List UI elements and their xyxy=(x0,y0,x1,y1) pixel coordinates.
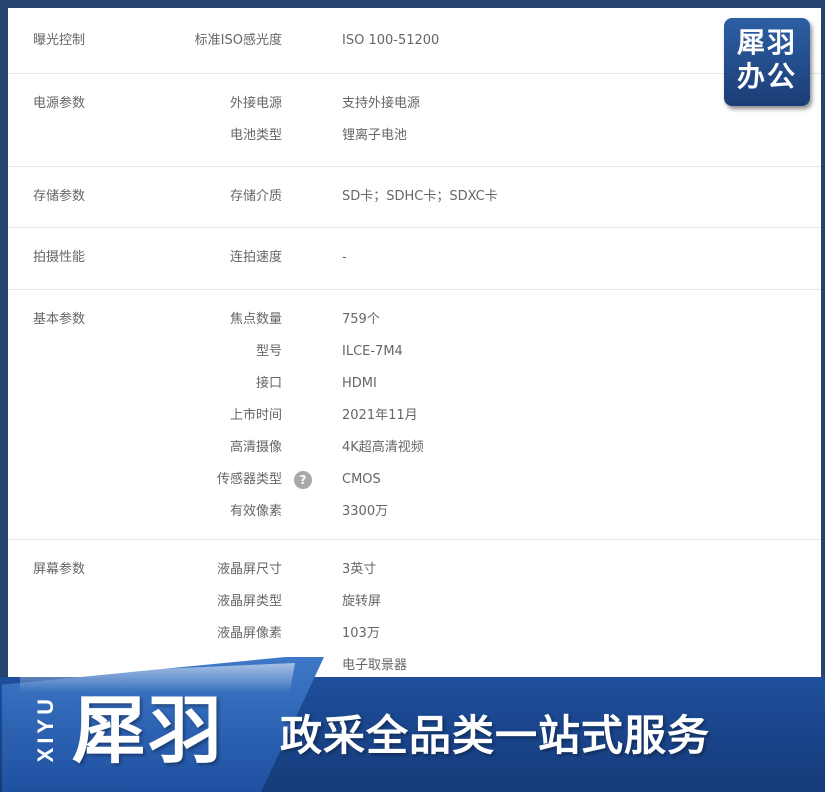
spec-key: 标准ISO感光度 xyxy=(194,33,282,48)
spec-key: 型号 xyxy=(255,344,282,359)
spec-value: 支持外接电源 xyxy=(342,96,421,111)
spec-value: CMOS xyxy=(342,472,381,487)
spec-value: SD卡；SDHC卡；SDXC卡 xyxy=(342,189,498,204)
logo-line-1: 犀羽 xyxy=(736,26,797,59)
banner-vertical-text: XIYU xyxy=(33,695,58,763)
spec-row: 电池类型 锂离子电池 xyxy=(8,120,821,152)
spec-row: 上市时间 2021年11月 xyxy=(8,400,821,432)
spec-row: 型号 ILCE-7M4 xyxy=(8,336,821,368)
spec-key: 液晶屏尺寸 xyxy=(216,562,282,577)
section-category: 曝光控制 xyxy=(33,33,86,48)
spec-row: 传感器类型 ? CMOS xyxy=(8,464,821,496)
spec-row: 有效像素 3300万 xyxy=(8,496,821,528)
spec-key: 高清摄像 xyxy=(229,440,282,455)
spec-value: 759个 xyxy=(342,312,380,327)
spec-value: 3英寸 xyxy=(342,562,377,577)
section-category: 存储参数 xyxy=(33,189,86,204)
spec-key: 接口 xyxy=(255,376,282,391)
logo-line-2: 办公 xyxy=(736,60,797,93)
banner-slogan: 政采全品类一站式服务 xyxy=(280,711,711,760)
spec-key: 外接电源 xyxy=(229,96,282,111)
spec-value: - xyxy=(342,250,347,265)
section-category: 基本参数 xyxy=(33,312,86,327)
spec-value: 旋转屏 xyxy=(342,594,382,609)
spec-section-basic: 基本参数 焦点数量 759个 型号 ILCE-7M4 接口 HDMI 上市时间 … xyxy=(8,290,821,540)
section-category: 电源参数 xyxy=(33,96,86,111)
bottom-strip xyxy=(0,792,825,799)
spec-row: 曝光控制 标准ISO感光度 ISO 100-51200 xyxy=(8,25,821,57)
spec-key: 上市时间 xyxy=(229,408,282,423)
spec-key: 有效像素 xyxy=(229,504,282,519)
spec-value: ILCE-7M4 xyxy=(342,344,403,359)
spec-row: 接口 HDMI xyxy=(8,368,821,400)
spec-value: 锂离子电池 xyxy=(342,128,408,143)
spec-key: 液晶屏类型 xyxy=(216,594,282,609)
spec-row: 高清摄像 4K超高清视频 xyxy=(8,432,821,464)
banner-brand-name: 犀羽 xyxy=(72,688,224,774)
spec-section-shooting: 拍摄性能 连拍速度 - xyxy=(8,228,821,290)
spec-value: 2021年11月 xyxy=(342,408,418,423)
spec-value: 3300万 xyxy=(342,504,389,519)
spec-key: 存储介质 xyxy=(229,189,282,204)
spec-section-exposure: 曝光控制 标准ISO感光度 ISO 100-51200 xyxy=(8,8,821,74)
spec-key: 电池类型 xyxy=(229,128,282,143)
brand-logo-badge: 犀羽 办公 xyxy=(724,18,810,106)
spec-key: 连拍速度 xyxy=(229,250,282,265)
spec-section-power: 电源参数 外接电源 支持外接电源 电池类型 锂离子电池 xyxy=(8,74,821,167)
spec-row: 电源参数 外接电源 支持外接电源 xyxy=(8,88,821,120)
spec-section-storage: 存储参数 存储介质 SD卡；SDHC卡；SDXC卡 xyxy=(8,167,821,228)
promo-banner: XIYU 犀羽 政采全品类一站式服务 xyxy=(0,655,825,799)
spec-table: 曝光控制 标准ISO感光度 ISO 100-51200 电源参数 外接电源 支持… xyxy=(8,8,821,688)
spec-value: ISO 100-51200 xyxy=(342,33,440,48)
spec-key: 液晶屏像素 xyxy=(216,626,282,641)
spec-key: 传感器类型 xyxy=(216,472,282,487)
spec-key: 焦点数量 xyxy=(229,312,282,327)
spec-row: 液晶屏像素 103万 xyxy=(8,618,821,650)
help-icon[interactable]: ? xyxy=(294,471,312,489)
spec-value: HDMI xyxy=(342,376,377,391)
spec-row: 屏幕参数 液晶屏尺寸 3英寸 xyxy=(8,554,821,586)
spec-value: 103万 xyxy=(342,626,380,641)
spec-row: 存储参数 存储介质 SD卡；SDHC卡；SDXC卡 xyxy=(8,181,821,213)
spec-value: 4K超高清视频 xyxy=(342,440,424,455)
spec-row: 液晶屏类型 旋转屏 xyxy=(8,586,821,618)
section-category: 拍摄性能 xyxy=(33,250,86,265)
spec-row: 基本参数 焦点数量 759个 xyxy=(8,304,821,336)
spec-row: 拍摄性能 连拍速度 - xyxy=(8,242,821,274)
section-category: 屏幕参数 xyxy=(33,562,86,577)
